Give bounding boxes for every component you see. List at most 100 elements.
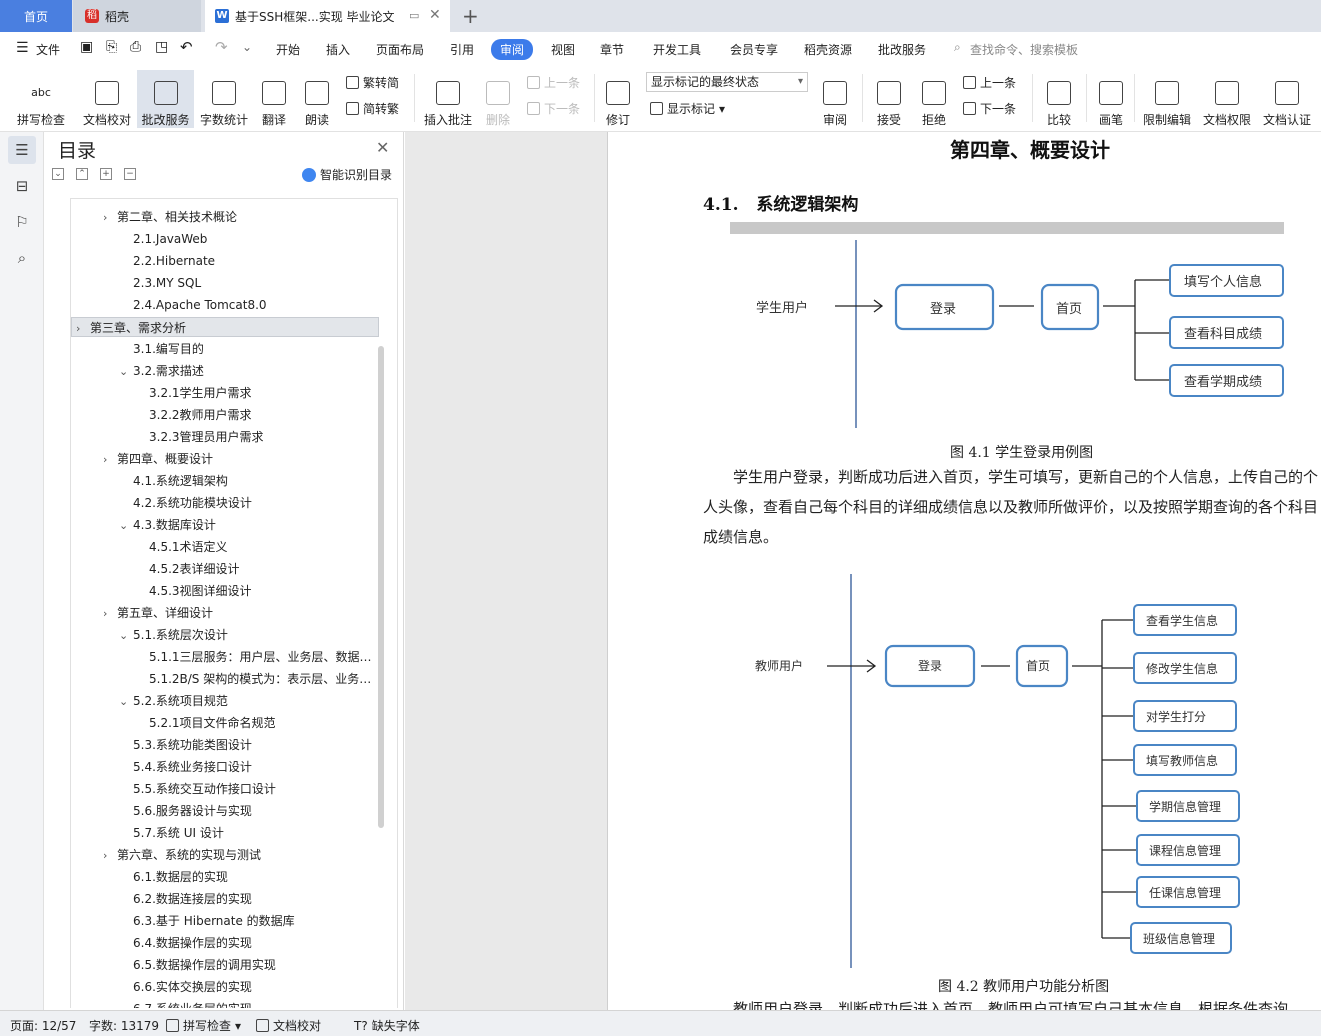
word-count-button[interactable]: 字数统计 [198,70,250,128]
menu-insert[interactable]: 插入 [326,41,350,58]
toc-scrollbar[interactable] [378,346,384,828]
expand-up-icon[interactable]: ⌃ [76,168,88,180]
toc-item[interactable]: 5.2.1项目文件命名规范 [135,713,379,733]
pen-button[interactable]: 画笔 [1094,70,1128,128]
delete-comment-button[interactable]: 删除 [480,70,516,128]
revise-button[interactable]: 修订 [600,70,636,128]
toc-item[interactable]: 5.6.服务器设计与实现 [119,801,379,821]
reject-button[interactable]: 拒绝 [915,70,953,128]
toc-item[interactable]: 6.3.基于 Hibernate 的数据库 [119,911,379,931]
toc-item[interactable]: 6.6.实体交换层的实现 [119,977,379,997]
prev-comment-button[interactable]: 上一条 [527,74,580,91]
chevron-right-icon[interactable]: › [103,846,117,865]
insert-comment-button[interactable]: 插入批注 [422,70,474,128]
doc-proof-button[interactable]: 文档校对 [79,70,135,128]
remove-level-icon[interactable]: − [124,168,136,180]
toc-item[interactable]: 6.5.数据操作层的调用实现 [119,955,379,975]
prev-change-button[interactable]: 上一条 [963,74,1016,91]
doc-rights-button[interactable]: 文档权限 [1200,70,1254,128]
menu-references[interactable]: 引用 [450,41,474,58]
toc-item[interactable]: 3.2.1学生用户需求 [135,383,379,403]
toc-item[interactable]: 4.1.系统逻辑架构 [119,471,379,491]
toc-item[interactable]: › 第二章、相关技术概论 [103,207,379,227]
tab-docer[interactable]: 稻 稻壳 [73,0,201,32]
trad-to-simp-button[interactable]: 繁转简 [346,74,399,91]
toc-item[interactable]: 6.2.数据连接层的实现 [119,889,379,909]
menu-page-layout[interactable]: 页面布局 [376,41,424,58]
next-comment-button[interactable]: 下一条 [527,100,580,117]
toc-item[interactable]: › 第三章、需求分析 [71,317,379,337]
print-icon[interactable]: ⎙ [130,39,141,55]
menu-dev-tools[interactable]: 开发工具 [653,41,701,58]
translate-button[interactable]: 翻译 [254,70,294,128]
close-icon[interactable]: ✕ [376,138,389,157]
chevron-down-icon[interactable]: ⌄ [119,692,133,711]
hamburger-icon[interactable]: ☰ [16,40,29,56]
chevron-right-icon[interactable]: › [103,450,117,469]
undo-icon[interactable]: ↶ [180,38,193,56]
chevron-right-icon[interactable]: › [103,604,117,623]
toc-item[interactable]: 6.7.系统业务层的实现 [119,999,379,1008]
toc-item[interactable]: › 第五章、详细设计 [103,603,379,623]
toc-item[interactable]: ⌄ 4.3.数据库设计 [119,515,379,535]
restore-window-icon[interactable]: ▭ [409,9,419,22]
chevron-right-icon[interactable]: › [76,319,90,336]
chevron-down-icon[interactable]: ⌄ [119,516,133,535]
toc-item[interactable]: 5.1.1三层服务：用户层、业务层、数据层 ... [135,647,379,667]
menu-chapter[interactable]: 章节 [600,41,624,58]
smart-toc-button[interactable]: 智能识别目录 [302,166,392,183]
toc-item[interactable]: ⌄ 3.2.需求描述 [119,361,379,381]
toc-item[interactable]: 5.4.系统业务接口设计 [119,757,379,777]
toc-item[interactable]: 5.1.2B/S 架构的模式为：表示层、业务层 ... [135,669,379,689]
command-search[interactable]: 查找命令、搜索模板 [970,41,1078,58]
toc-item[interactable]: 3.2.2教师用户需求 [135,405,379,425]
toc-item[interactable]: 2.4.Apache Tomcat8.0 [119,295,379,315]
missing-font-status[interactable]: T? 缺失字体 [354,1017,420,1034]
page-indicator[interactable]: 页面: 12/57 [10,1017,76,1034]
read-aloud-button[interactable]: 朗读 [300,70,334,128]
menu-review[interactable]: 审阅 [491,39,534,60]
bookmark-icon[interactable]: ⚐ [12,212,32,232]
add-level-icon[interactable]: + [100,168,112,180]
new-tab-icon[interactable]: + [462,4,479,28]
spellcheck-button[interactable]: abc 拼写检查 [10,70,72,128]
save-icon[interactable]: ▣ [80,39,93,55]
word-count[interactable]: 字数: 13179 [89,1017,159,1034]
export-icon[interactable]: ⎘ [106,39,117,55]
grade-service-button[interactable]: 批改服务 [137,70,194,128]
print-preview-icon[interactable]: ◳ [155,39,168,55]
toc-item[interactable]: 5.5.系统交互动作接口设计 [119,779,379,799]
toc-item[interactable]: 2.2.Hibernate [119,251,379,271]
close-tab-icon[interactable]: ✕ [429,7,441,23]
more-chevron-icon[interactable]: ⌄ [242,40,252,54]
toc-item[interactable]: 2.3.MY SQL [119,273,379,293]
menu-view[interactable]: 视图 [551,41,575,58]
tab-document[interactable]: W 基于SSH框架...实现 毕业论文 ▭ ✕ [205,0,450,32]
toc-item[interactable]: 6.1.数据层的实现 [119,867,379,887]
toc-item[interactable]: 3.1.编写目的 [119,339,379,359]
toc-item[interactable]: 4.5.1术语定义 [135,537,379,557]
toc-item[interactable]: 4.5.3视图详细设计 [135,581,379,601]
menu-start[interactable]: 开始 [276,41,300,58]
accept-button[interactable]: 接受 [870,70,908,128]
collapse-all-icon[interactable]: ⌄ [52,168,64,180]
show-markup-dropdown[interactable]: 显示标记 ▾ [650,100,725,117]
toc-item[interactable]: ⌄ 5.1.系统层次设计 [119,625,379,645]
toc-item[interactable]: › 第四章、概要设计 [103,449,379,469]
toc-item[interactable]: ⌄ 5.2.系统项目规范 [119,691,379,711]
tab-home[interactable]: 首页 [0,0,72,32]
compare-button[interactable]: 比较 [1040,70,1078,128]
toc-panel-icon[interactable]: ☰ [8,136,36,164]
chevron-right-icon[interactable]: › [103,208,117,227]
restrict-edit-button[interactable]: 限制编辑 [1140,70,1194,128]
toc-item[interactable]: › 第六章、系统的实现与测试 [103,845,379,865]
toc-item[interactable]: 6.4.数据操作层的实现 [119,933,379,953]
toc-item[interactable]: 5.3.系统功能类图设计 [119,735,379,755]
toc-item[interactable]: 4.5.2表详细设计 [135,559,379,579]
toc-item[interactable]: 5.7.系统 UI 设计 [119,823,379,843]
menu-file[interactable]: 文件 [36,41,60,58]
chevron-down-icon[interactable]: ⌄ [119,362,133,381]
menu-grade-service[interactable]: 批改服务 [878,41,926,58]
chevron-down-icon[interactable]: ⌄ [119,626,133,645]
menu-member[interactable]: 会员专享 [730,41,778,58]
